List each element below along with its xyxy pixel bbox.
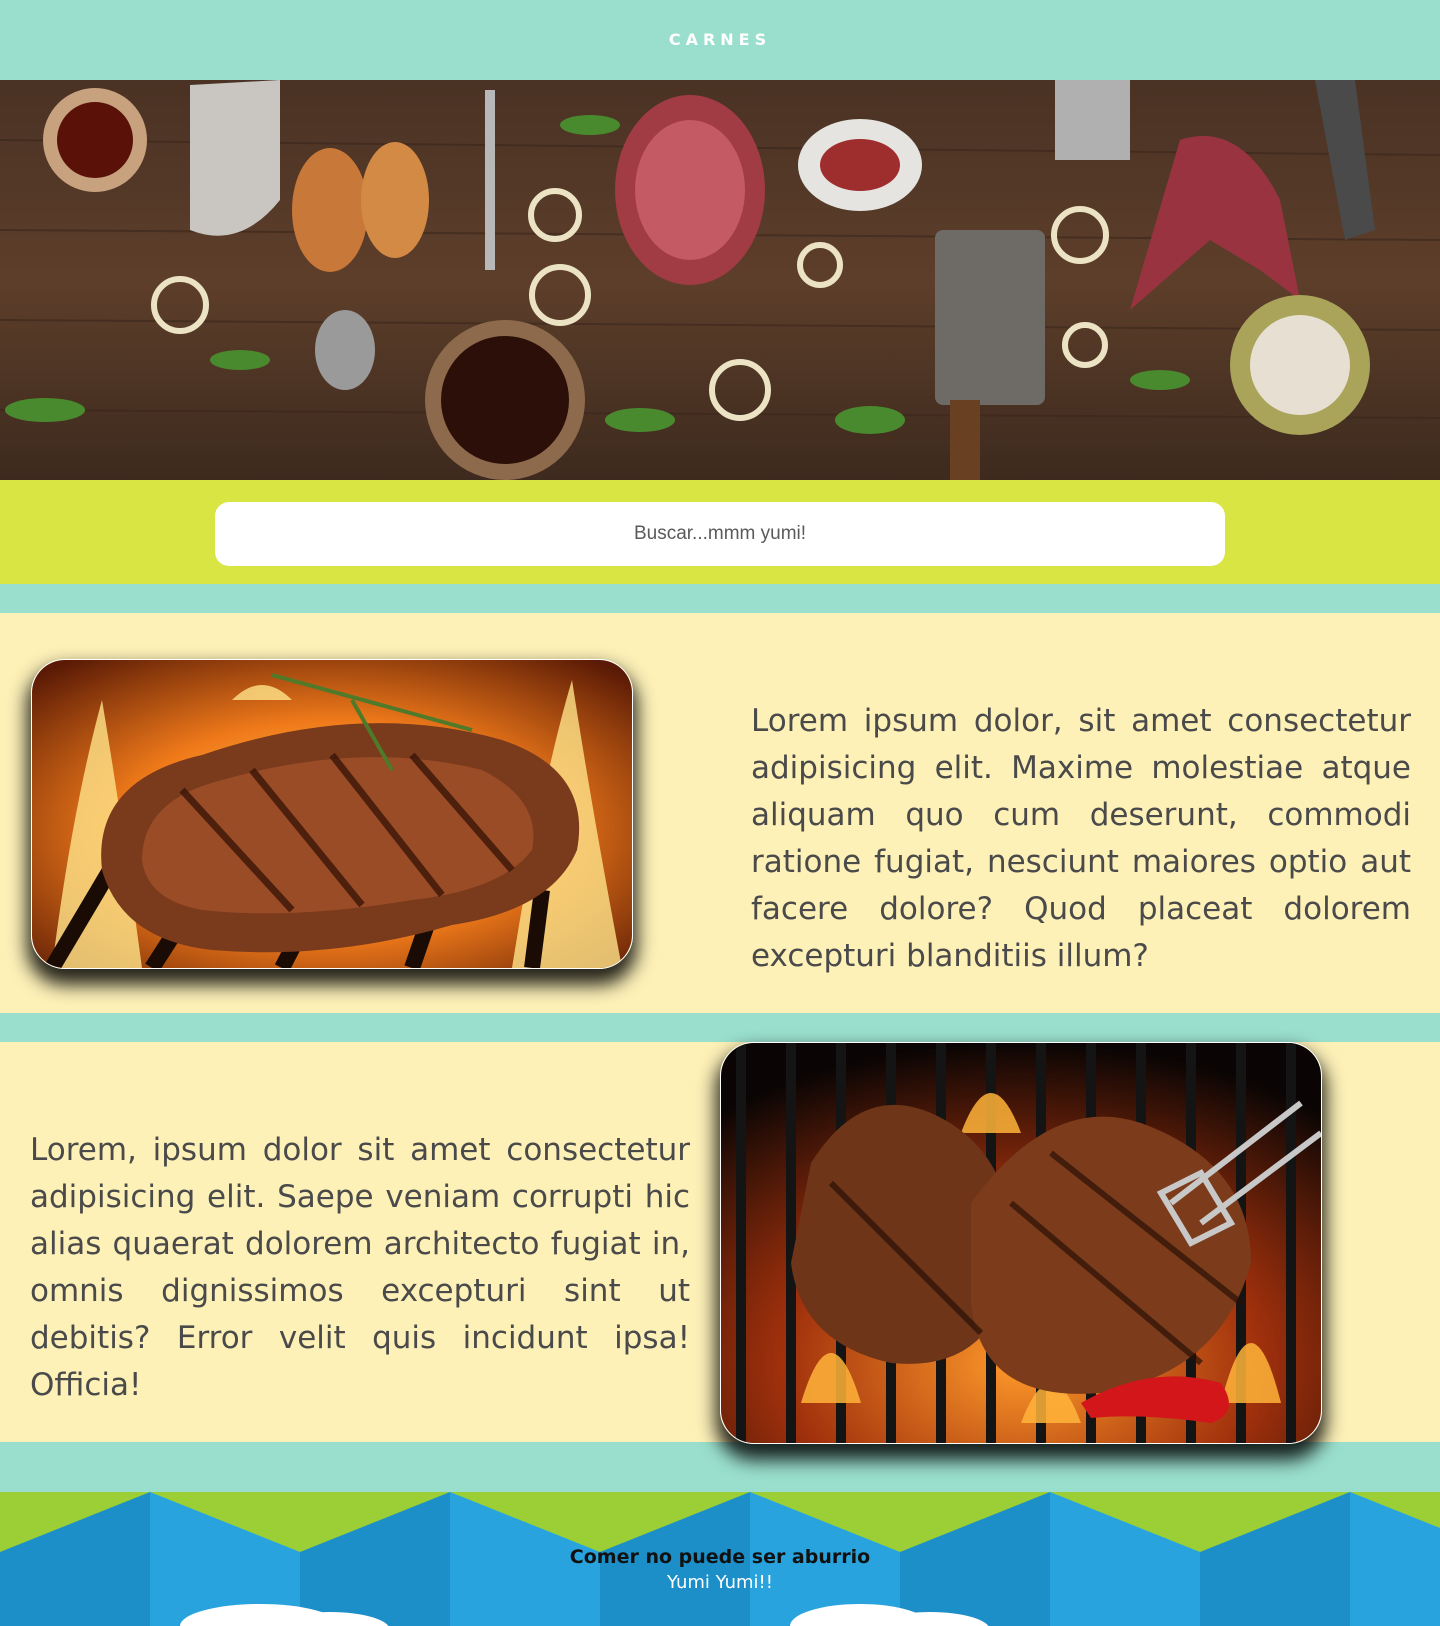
section-1-text: Lorem ipsum dolor, sit amet consectetur … — [751, 703, 1411, 974]
footer-tagline: Comer no puede ser aburrio — [569, 1546, 871, 1568]
section-2-text: Lorem, ipsum dolor sit amet consectetur … — [30, 1132, 690, 1403]
page-title: CARNES — [668, 29, 772, 49]
content-section-1: Lorem ipsum dolor, sit amet consectetur … — [0, 613, 1440, 1013]
site-footer: Comer no puede ser aburrio Yumi Yumi!! — [0, 1492, 1440, 1626]
footer-subtitle: Yumi Yumi!! — [667, 1572, 773, 1593]
search-input[interactable] — [215, 502, 1225, 566]
grilled-steak-image — [31, 659, 633, 969]
site-header: CARNES — [0, 0, 1440, 80]
hero-banner-image — [0, 80, 1440, 480]
search-bar — [0, 480, 1440, 584]
t-bone-grill-image — [720, 1042, 1322, 1444]
content-section-2: Lorem, ipsum dolor sit amet consectetur … — [0, 1042, 1440, 1444]
